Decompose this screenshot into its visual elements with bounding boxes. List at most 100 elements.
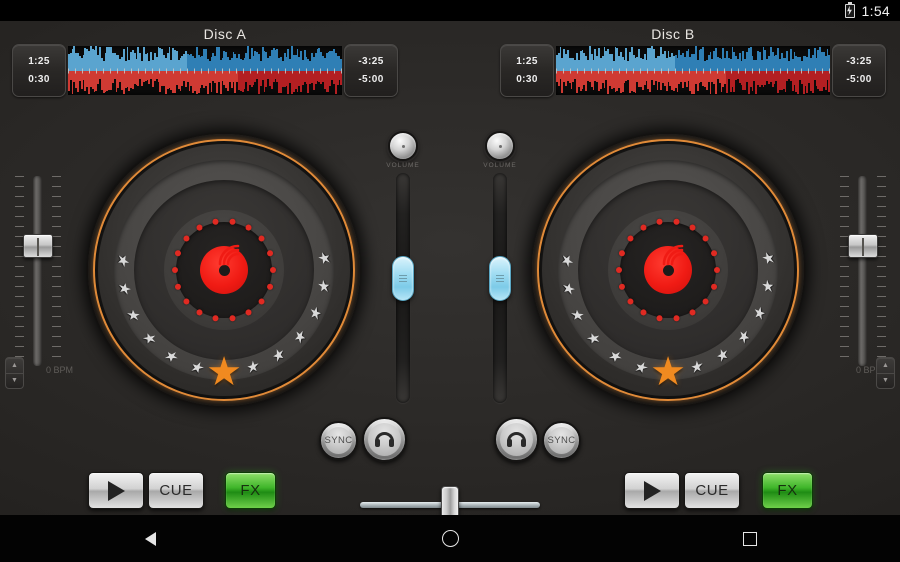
pitch-tick (52, 276, 61, 277)
deck-a-sync-button[interactable]: SYNC (319, 421, 358, 460)
deck-a-bpm-stepper[interactable]: ▲ ▼ (5, 357, 24, 389)
pitch-tick (52, 186, 61, 187)
pitch-tick (840, 346, 849, 347)
deck-b-headphone-button[interactable] (494, 417, 539, 462)
pitch-tick (877, 276, 886, 277)
pitch-tick (52, 246, 61, 247)
deck-a-fx-button[interactable]: FX (225, 472, 276, 509)
deck-b-bpm-down-button[interactable]: ▼ (877, 374, 894, 389)
deck-b-cue-button[interactable]: CUE (684, 472, 740, 509)
pitch-tick (840, 356, 849, 357)
deck-a-volume-fader[interactable] (396, 173, 410, 403)
deck-a-jog-wheel[interactable]: ★★★★★★★★★★★★★ ★ (88, 134, 360, 406)
deck-b-bpm-up-button[interactable]: ▲ (877, 358, 894, 374)
deck-a-volume-knob[interactable] (388, 131, 418, 161)
pitch-tick (840, 276, 849, 277)
pitch-tick (52, 306, 61, 307)
deck-a-fx-label: FX (240, 482, 260, 499)
deck-a-remaining: -3:25 (358, 56, 383, 67)
pitch-tick (15, 196, 24, 197)
crossfader[interactable] (360, 502, 540, 508)
pitch-tick (840, 316, 849, 317)
deck-b-pitch-fader-handle[interactable] (848, 234, 878, 258)
deck-a-waveform-group: 1:25 0:30 -3:25 -5:00 (12, 44, 398, 97)
pitch-tick (52, 226, 61, 227)
deck-a-beatgrid (68, 68, 342, 73)
nav-back-button[interactable] (0, 532, 300, 546)
deck-b-play-button[interactable] (624, 472, 680, 509)
pitch-tick (877, 236, 886, 237)
deck-a-volume-knob-label: VOLUME (381, 162, 425, 169)
battery-charging-icon (845, 4, 855, 18)
deck-a-vinyl-label (200, 246, 248, 294)
dj-app-screen: 1:54 Disc A Disc B 1:25 0:30 -3:25 -5:00 (0, 0, 900, 562)
pitch-tick (840, 296, 849, 297)
deck-b-fx-button[interactable]: FX (762, 472, 813, 509)
home-circle-icon (442, 530, 459, 547)
deck-b-waveform-group: 1:25 0:30 -3:25 -5:00 (500, 44, 886, 97)
pitch-tick (52, 286, 61, 287)
deck-a-headphone-button[interactable] (362, 417, 407, 462)
deck-a-cue-label: CUE (159, 482, 192, 499)
deck-b-time-right[interactable]: -3:25 -5:00 (832, 44, 886, 97)
deck-a-bpm-label: 0 BPM (46, 365, 73, 375)
pitch-tick (877, 226, 886, 227)
deck-a-marker-star-icon: ★ (206, 352, 242, 392)
recents-square-icon (743, 532, 757, 546)
deck-b-sync-label: SYNC (548, 435, 576, 446)
pitch-tick (877, 316, 886, 317)
deck-a-title: Disc A (135, 26, 315, 42)
deck-b-fx-label: FX (777, 482, 797, 499)
pitch-tick (877, 266, 886, 267)
pitch-tick (15, 306, 24, 307)
deck-a-pitch-fader[interactable] (33, 176, 42, 366)
pitch-tick (840, 266, 849, 267)
headphone-icon (507, 432, 526, 447)
dj-mixer-stage: Disc A Disc B 1:25 0:30 -3:25 -5:00 1:25… (0, 21, 900, 515)
pitch-tick (877, 306, 886, 307)
android-nav-bar (0, 515, 900, 562)
pitch-tick (840, 176, 849, 177)
deck-b-sync-button[interactable]: SYNC (542, 421, 581, 460)
pitch-tick (52, 326, 61, 327)
deck-a-time-left[interactable]: 1:25 0:30 (12, 44, 66, 97)
status-clock: 1:54 (862, 3, 890, 19)
deck-a-cue-button[interactable]: CUE (148, 472, 204, 509)
pitch-tick (15, 216, 24, 217)
pitch-tick (877, 326, 886, 327)
deck-a-pitch-fader-handle[interactable] (23, 234, 53, 258)
deck-b-volume-fader[interactable] (493, 173, 507, 403)
deck-b-time-left[interactable]: 1:25 0:30 (500, 44, 554, 97)
pitch-tick (877, 176, 886, 177)
deck-b-beatgrid (556, 68, 830, 73)
deck-a-cue-time: 0:30 (28, 74, 50, 85)
deck-b-bpm-stepper[interactable]: ▲ ▼ (876, 357, 895, 389)
pitch-tick (15, 336, 24, 337)
deck-b-volume-knob[interactable] (485, 131, 515, 161)
deck-a-bpm-up-button[interactable]: ▲ (6, 358, 23, 374)
deck-b-total-remaining: -5:00 (846, 74, 871, 85)
play-icon (108, 481, 125, 501)
pitch-tick (52, 346, 61, 347)
deck-a-volume-fader-handle[interactable] (392, 256, 414, 301)
pitch-tick (15, 296, 24, 297)
back-triangle-icon (145, 532, 156, 546)
deck-a-waveform[interactable] (68, 46, 342, 95)
deck-b-jog-wheel[interactable]: ★★★★★★★★★★★★★ ★ (532, 134, 804, 406)
pitch-tick (15, 206, 24, 207)
pitch-tick (52, 266, 61, 267)
pitch-tick (52, 176, 61, 177)
deck-a-time-right[interactable]: -3:25 -5:00 (344, 44, 398, 97)
pitch-tick (840, 196, 849, 197)
deck-a-play-button[interactable] (88, 472, 144, 509)
nav-recents-button[interactable] (600, 532, 900, 546)
deck-b-volume-fader-handle[interactable] (489, 256, 511, 301)
deck-b-marker-star-icon: ★ (650, 352, 686, 392)
deck-b-pitch-fader[interactable] (858, 176, 867, 366)
pitch-tick (877, 206, 886, 207)
pitch-tick (52, 236, 61, 237)
pitch-tick (840, 286, 849, 287)
nav-home-button[interactable] (300, 530, 600, 547)
deck-b-waveform[interactable] (556, 46, 830, 95)
deck-a-bpm-down-button[interactable]: ▼ (6, 374, 23, 389)
